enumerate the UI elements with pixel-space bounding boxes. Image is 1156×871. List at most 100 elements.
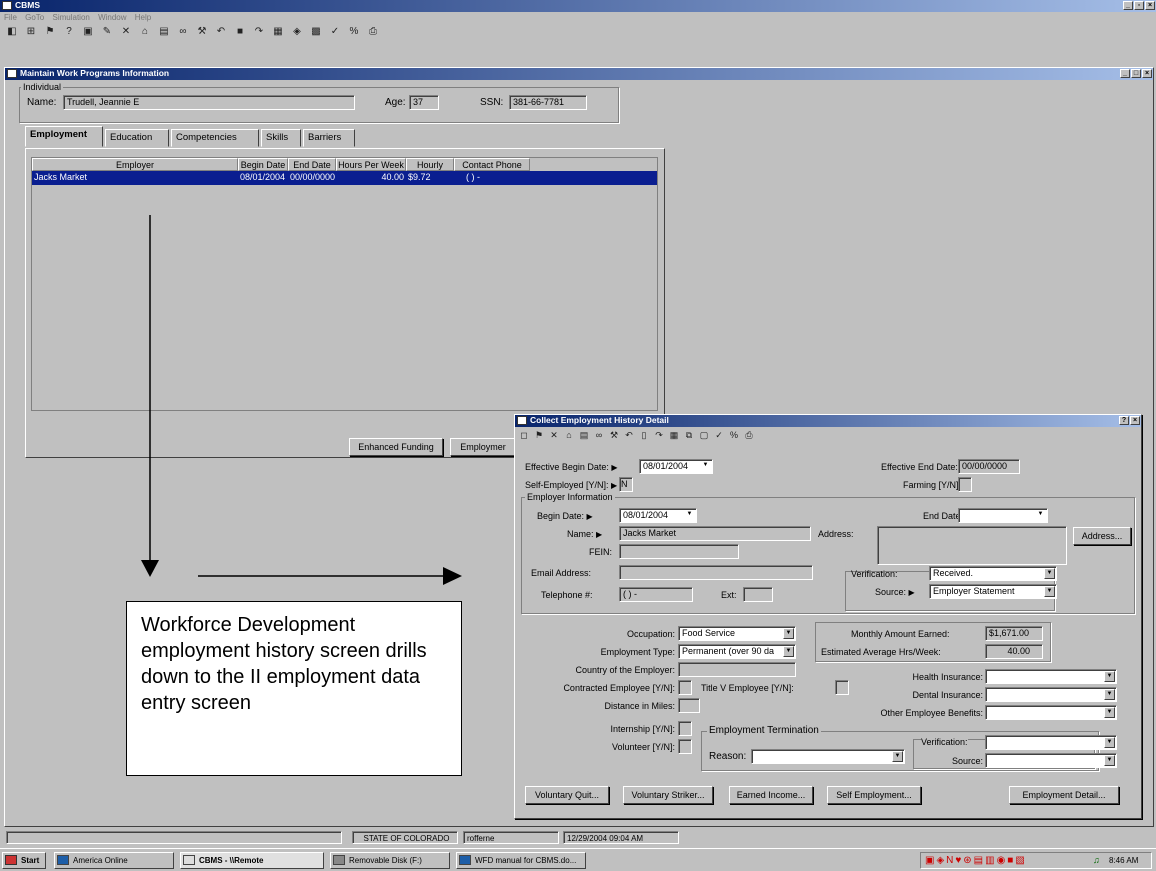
ext-field[interactable] [743, 587, 773, 602]
status-bar: STATE OF COLORADO rofferne 12/29/2004 09… [0, 831, 1156, 845]
address-label: Address: [818, 529, 854, 539]
volunteer-label: Volunteer [Y/N]: [611, 742, 675, 752]
copy-icon[interactable]: ⧉ [682, 429, 696, 441]
redo-icon[interactable]: ↷ [652, 429, 666, 441]
tray-icons: ▣◈N♥⊛▤▥◉■▧ [925, 855, 1027, 866]
dropdown-arrow-icon[interactable]: ▼ [1104, 737, 1115, 748]
telephone-field[interactable]: ( ) - [619, 587, 693, 602]
detail-title: Collect Employment History Detail [530, 415, 669, 425]
occupation-select[interactable]: Food Service ▼ [678, 626, 796, 641]
contracted-field[interactable] [678, 680, 692, 695]
farming-label: Farming [Y/N]: [903, 480, 962, 490]
fein-label: FEIN: [589, 547, 613, 557]
distance-field[interactable] [678, 698, 700, 713]
email-field[interactable] [619, 565, 813, 580]
detail-window-icon [517, 416, 527, 425]
task-america-online[interactable]: America Online [54, 852, 174, 869]
dental-insurance-select[interactable]: ▼ [985, 687, 1117, 702]
title-v-field[interactable] [835, 680, 849, 695]
address-field[interactable] [877, 526, 1067, 565]
monthly-earned-label: Monthly Amount Earned: [851, 629, 950, 639]
task-disk-label: Removable Disk (F:) [349, 856, 422, 865]
print-icon[interactable]: ⎙ [742, 429, 756, 441]
dropdown-arrow-icon[interactable]: ▼ [892, 751, 903, 762]
delete-disabled-icon: ✕ [550, 430, 558, 440]
verification-select[interactable]: Received. ▼ [929, 566, 1057, 581]
volunteer-field[interactable] [678, 739, 692, 754]
employment-type-select[interactable]: Permanent (over 90 da ▼ [678, 644, 796, 659]
effective-begin-value: 08/01/2004 [643, 461, 689, 471]
occupation-label: Occupation: [626, 629, 675, 639]
self-employment-button[interactable]: Self Employment... [827, 786, 921, 804]
other-benefits-select[interactable]: ▼ [985, 705, 1117, 720]
avg-hours-field[interactable]: 40.00 [985, 644, 1043, 659]
tools-icon[interactable]: ⚒ [607, 429, 621, 441]
dropdown-arrow-icon[interactable]: ▼ [783, 646, 794, 657]
country-field[interactable] [678, 662, 796, 677]
taskbar: Start America Online CBMS - \\Remote Rem… [0, 848, 1156, 871]
down-arrow-head [141, 560, 159, 577]
internship-field[interactable] [678, 721, 692, 736]
termination-source-select[interactable]: ▼ [985, 753, 1117, 768]
health-insurance-select[interactable]: ▼ [985, 669, 1117, 684]
task-wfd-manual[interactable]: WFD manual for CBMS.do... [456, 852, 586, 869]
dropdown-arrow-icon[interactable]: ▼ [783, 628, 794, 639]
start-label: Start [21, 856, 40, 865]
effective-begin-date-field[interactable]: 08/01/2004 ▼ [639, 459, 713, 474]
self-employed-field[interactable]: N [619, 477, 633, 492]
dropdown-arrow-icon[interactable]: ▼ [1104, 707, 1115, 718]
save-icon[interactable]: ▤ [577, 429, 591, 441]
dropdown-arrow-icon[interactable]: ▼ [1104, 755, 1115, 766]
reason-select[interactable]: ▼ [751, 749, 905, 764]
employer-begin-date-field[interactable]: 08/01/2004 ▼ [619, 508, 697, 523]
avg-hours-label: Estimated Average Hrs/Week: [821, 647, 941, 657]
dropdown-arrow-icon[interactable]: ▼ [684, 510, 695, 521]
dropdown-arrow-icon[interactable]: ▼ [1104, 689, 1115, 700]
speaker-icon[interactable]: ♫ [1093, 855, 1100, 865]
self-employed-label-text: Self-Employed [Y/N]: [525, 480, 609, 490]
termination-verification-select[interactable]: ▼ [985, 735, 1117, 750]
task-aol-label: America Online [73, 856, 128, 865]
page-icon[interactable]: ▯ [637, 429, 651, 441]
employment-type-label: Employment Type: [600, 647, 675, 657]
required-marker-icon: ▶ [586, 512, 593, 521]
voluntary-quit-button[interactable]: Voluntary Quit... [525, 786, 609, 804]
source-label-text: Source: [875, 587, 907, 597]
detail-close-icon[interactable]: × [1130, 416, 1140, 425]
farming-field[interactable] [958, 477, 972, 492]
frame-icon[interactable]: ▢ [697, 429, 711, 441]
cbms-task-icon [183, 855, 195, 865]
dropdown-arrow-icon[interactable]: ▼ [1104, 671, 1115, 682]
monthly-earned-field[interactable]: $1,671.00 [985, 626, 1043, 641]
address-button[interactable]: Address... [1073, 527, 1131, 545]
dropdown-arrow-icon[interactable]: ▼ [700, 461, 711, 472]
voluntary-striker-button[interactable]: Voluntary Striker... [623, 786, 713, 804]
dropdown-arrow-icon[interactable]: ▼ [1044, 586, 1055, 597]
fein-field[interactable] [619, 544, 739, 559]
detail-help-icon[interactable]: ? [1119, 416, 1129, 425]
dropdown-arrow-icon[interactable]: ▼ [1035, 510, 1046, 521]
clock: 8:46 AM [1109, 856, 1139, 865]
task-removable-disk[interactable]: Removable Disk (F:) [330, 852, 450, 869]
disk-icon [333, 855, 345, 865]
open-icon[interactable]: ⌂ [562, 429, 576, 441]
employment-detail-button[interactable]: Employment Detail... [1009, 786, 1119, 804]
grid-icon[interactable]: ▦ [667, 429, 681, 441]
employer-begin-label-text: Begin Date: [537, 511, 585, 521]
effective-begin-label-text: Effective Begin Date: [525, 462, 609, 472]
dropdown-arrow-icon[interactable]: ▼ [1044, 568, 1055, 579]
employer-begin-value: 08/01/2004 [623, 510, 669, 520]
task-cbms-remote[interactable]: CBMS - \\Remote [180, 852, 324, 869]
employer-begin-label: Begin Date: ▶ [537, 510, 593, 523]
earned-income-button[interactable]: Earned Income... [729, 786, 813, 804]
effective-end-date-field[interactable]: 00/00/0000 [958, 459, 1020, 474]
binoculars-icon[interactable]: ∞ [592, 429, 606, 441]
source-select[interactable]: Employer Statement ▼ [929, 584, 1057, 599]
other-benefits-label: Other Employee Benefits: [880, 708, 983, 718]
status-datetime: 12/29/2004 09:04 AM [563, 831, 679, 844]
start-button[interactable]: Start [2, 852, 46, 869]
employer-end-date-field[interactable]: ▼ [958, 508, 1048, 523]
employer-name-field[interactable]: Jacks Market [619, 526, 811, 541]
undo-icon[interactable]: ↶ [622, 429, 636, 441]
dental-insurance-label: Dental Insurance: [912, 690, 983, 700]
